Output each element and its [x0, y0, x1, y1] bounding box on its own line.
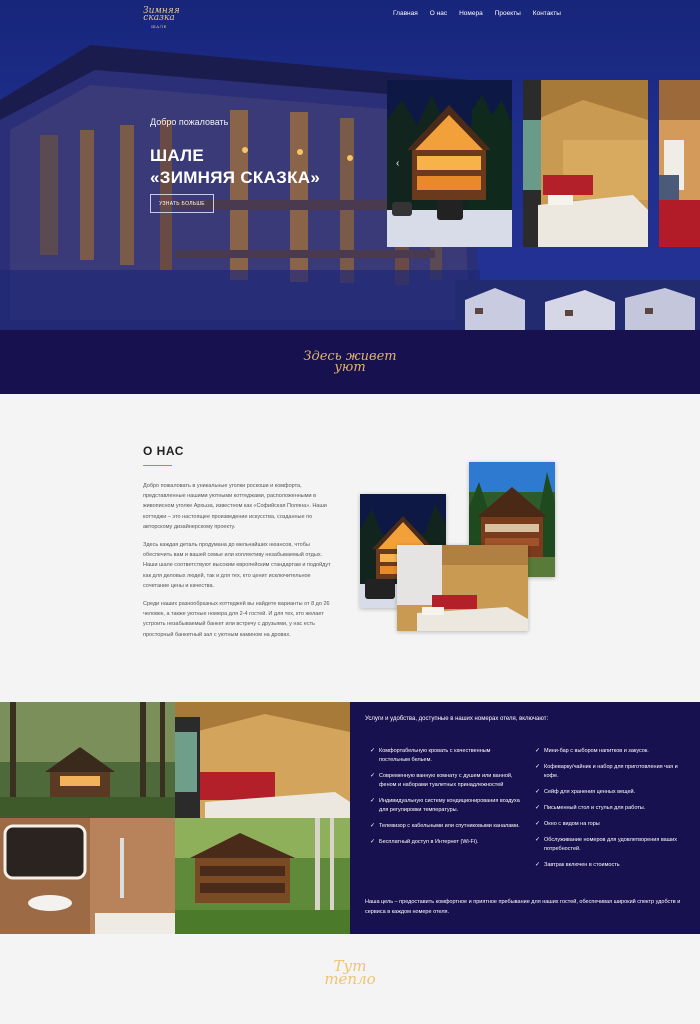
- check-icon: ✓: [535, 862, 541, 868]
- hero-slide-bedroom[interactable]: [523, 80, 648, 247]
- about-paragraph: Здесь каждая деталь продумана до мельчай…: [143, 542, 331, 589]
- check-icon: ✓: [370, 748, 376, 754]
- gallery-forest-cabin: [0, 702, 175, 818]
- logo-subtitle: ШАЛЕ: [151, 24, 167, 29]
- nav-rooms[interactable]: Номера: [459, 10, 483, 17]
- amenity-item: ✓ Комфортабельную кровать с качественным …: [370, 748, 491, 763]
- amenity-item: ✓ Современную ванную комнату с душем или …: [370, 773, 513, 788]
- check-icon: ✓: [370, 823, 376, 829]
- hero-slide-chalet-night[interactable]: [387, 80, 512, 247]
- gallery-wooden-house: [175, 818, 350, 934]
- about-photo-bedroom: [397, 545, 528, 631]
- amenities-left-list: ✓ Комфортабельную кровать с качественным …: [370, 747, 520, 854]
- check-icon: ✓: [535, 748, 541, 754]
- amenity-item: ✓ Завтрак включен в стоимость: [535, 862, 620, 868]
- check-icon: ✓: [535, 837, 541, 843]
- hero-title-line1: ШАЛЕ: [150, 146, 205, 165]
- hero-section: Зимняя сказка ШАЛЕ Главная О нас Номера …: [0, 0, 700, 330]
- check-icon: ✓: [370, 773, 376, 779]
- amenities-heading: Услуги и удобства, доступные в наших ном…: [365, 716, 549, 722]
- amenities-goal-text: Наша цель – предоставить комфортное и пр…: [365, 899, 681, 915]
- check-icon: ✓: [370, 798, 376, 804]
- check-icon: ✓: [535, 764, 541, 770]
- hero-title-line2: «ЗИМНЯЯ СКАЗКА»: [150, 168, 321, 187]
- amenity-item: ✓ Обслуживание номеров для удовлетворения…: [535, 837, 677, 852]
- chevron-left-icon[interactable]: ‹: [396, 158, 399, 169]
- warm-tagline: Тут тепло: [0, 959, 700, 988]
- main-nav: Главная О нас Номера Проекты Контакты: [393, 10, 573, 17]
- about-divider: [143, 465, 172, 466]
- amenity-item: ✓ Индивидуальную систему кондиционировани…: [370, 798, 520, 813]
- amenity-item: ✓ Письменный стол и стулья для работы.: [535, 805, 646, 811]
- amenity-item: ✓ Кофеварку/чайник и набор для приготовле…: [535, 764, 678, 779]
- check-icon: ✓: [535, 789, 541, 795]
- amenities-panel: Услуги и удобства, доступные в наших ном…: [350, 702, 700, 934]
- nav-contacts[interactable]: Контакты: [533, 10, 561, 17]
- about-paragraph: Среди наших разнообразных коттеджей вы н…: [143, 601, 330, 638]
- about-text: Добро пожаловать в уникальные уголки рос…: [143, 481, 335, 648]
- amenity-item: ✓ Сейф для хранения ценных вещей.: [535, 789, 636, 795]
- hero-slide-room[interactable]: [659, 80, 700, 247]
- warm-tagline-script: Тут тепло: [324, 959, 376, 988]
- logo-text: Зимняя сказка: [143, 6, 180, 23]
- amenity-item: ✓ Бесплатный доступ в Интернет (Wi-Fi).: [370, 839, 479, 845]
- gallery-bathroom: [0, 818, 175, 934]
- nav-home[interactable]: Главная: [393, 10, 418, 17]
- check-icon: ✓: [535, 821, 541, 827]
- check-icon: ✓: [370, 839, 376, 845]
- nav-projects[interactable]: Проекты: [495, 10, 521, 17]
- amenity-item: ✓ Мини-бар с выбором напитков и закусок.: [535, 748, 649, 754]
- amenities-right-list: ✓ Мини-бар с выбором напитков и закусок. …: [535, 747, 685, 877]
- hero-welcome-text: Добро пожаловать: [150, 117, 229, 127]
- amenity-item: ✓ Телевизор с кабельными или спутниковыми…: [370, 823, 520, 829]
- about-paragraph: Добро пожаловать в уникальные уголки рос…: [143, 483, 327, 530]
- about-title: О НАС: [143, 444, 184, 458]
- tagline-band: Здесь живет уют: [0, 330, 700, 394]
- tagline-script: Здесь живет уют: [303, 350, 396, 374]
- amenity-item: ✓ Окно с видом на горы: [535, 821, 600, 827]
- warm-tagline-line2: тепло: [324, 970, 376, 988]
- check-icon: ✓: [535, 805, 541, 811]
- nav-about[interactable]: О нас: [430, 10, 447, 17]
- logo[interactable]: Зимняя сказка ШАЛЕ: [143, 7, 180, 30]
- hero-title: ШАЛЕ «ЗИМНЯЯ СКАЗКА»: [150, 145, 320, 189]
- gallery-bedroom: [175, 702, 350, 818]
- learn-more-button[interactable]: УЗНАТЬ БОЛЬШЕ: [150, 194, 214, 213]
- hero-town-image: [455, 280, 700, 330]
